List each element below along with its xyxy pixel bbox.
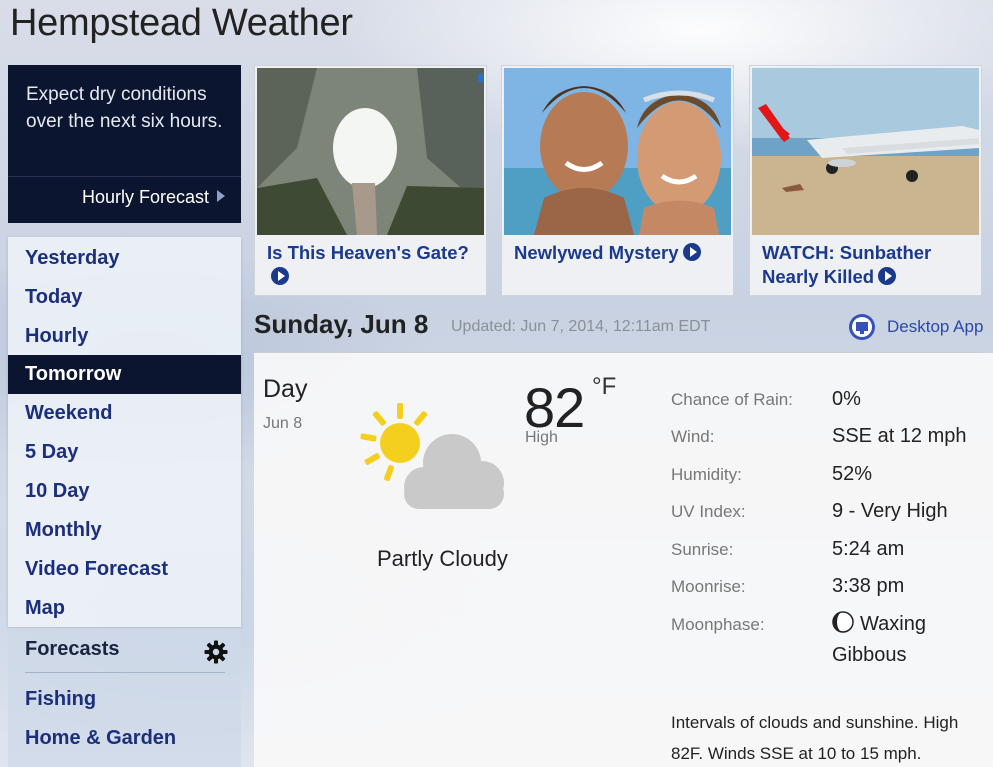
news-tile-newlywed-mystery[interactable]: Newlywed Mystery [501, 65, 734, 296]
forecast-description: Intervals of clouds and sunshine. High 8… [671, 713, 959, 763]
page-title: Hempstead Weather [10, 2, 353, 44]
arrow-right-icon [217, 190, 225, 202]
partly-cloudy-icon [360, 403, 504, 509]
forecasts-heading: Forecasts [25, 638, 120, 660]
moon-phase-icon [832, 611, 854, 633]
stat-value-moonphase-line2: Gibbous [832, 644, 907, 666]
nav-item-5-day[interactable]: 5 Day [8, 433, 241, 472]
forecast-nav: Yesterday Today Hourly Tomorrow Weekend … [8, 237, 241, 627]
stat-value-moonrise: 3:38 pm [832, 575, 905, 597]
news-image-heavens-gate [257, 68, 484, 235]
news-image-sunbather-plane [752, 68, 979, 235]
nav-item-tomorrow[interactable]: Tomorrow [8, 355, 241, 394]
nav-item-map[interactable]: Map [8, 589, 241, 628]
forecasts-panel: Forecasts Fishing Home & Garden [8, 628, 241, 767]
news-tile-sunbather[interactable]: WATCH: Sunbather Nearly Killed [749, 65, 982, 296]
desktop-app-icon [849, 314, 875, 340]
hourly-forecast-link[interactable]: Hourly Forecast [8, 176, 241, 220]
nav-item-video-forecast[interactable]: Video Forecast [8, 550, 241, 589]
stat-label: Wind: [671, 427, 715, 446]
condition-text: Partly Cloudy [377, 546, 508, 571]
news-tile-heavens-gate[interactable]: Is This Heaven's Gate? [254, 65, 487, 296]
news-caption[interactable]: Newlywed Mystery [514, 241, 724, 265]
nav-item-hourly[interactable]: Hourly [8, 317, 241, 356]
stat-label: Chance of Rain: [671, 390, 793, 409]
stat-value-wind: SSE at 12 mph [832, 425, 967, 447]
stat-label: Sunrise: [671, 540, 734, 559]
gear-icon[interactable] [204, 640, 228, 664]
nav-item-weekend[interactable]: Weekend [8, 394, 241, 433]
stat-label: Moonphase: [671, 615, 765, 634]
stat-label: Humidity: [671, 465, 742, 484]
temperature-unit: °F [592, 373, 617, 400]
nav-item-today[interactable]: Today [8, 278, 241, 317]
day-forecast-panel: Day Jun 8 82 °F High Partly Cloudy Chanc… [254, 353, 993, 767]
forecast-link-home-garden[interactable]: Home & Garden [25, 727, 176, 750]
play-icon [682, 243, 701, 261]
news-caption[interactable]: WATCH: Sunbather Nearly Killed [762, 241, 972, 289]
play-icon [878, 267, 897, 285]
stat-label: Moonrise: [671, 577, 746, 596]
stat-value-rain: 0% [832, 388, 861, 410]
day-date: Jun 8 [263, 415, 303, 432]
forecasts-divider [25, 672, 225, 673]
play-icon [271, 267, 289, 285]
stat-value-humidity: 52% [832, 463, 873, 485]
news-caption[interactable]: Is This Heaven's Gate? [267, 241, 477, 289]
nav-item-monthly[interactable]: Monthly [8, 511, 241, 550]
hourly-forecast-label: Hourly Forecast [81, 187, 209, 207]
news-image-newlywed-couple [504, 68, 731, 235]
updated-timestamp: Updated: Jun 7, 2014, 12:11am EDT [451, 318, 711, 335]
nav-item-10-day[interactable]: 10 Day [8, 472, 241, 511]
temperature-label: High [525, 429, 558, 446]
forecast-link-fishing[interactable]: Fishing [25, 688, 96, 711]
day-label: Day [263, 375, 308, 403]
stat-value-sunrise: 5:24 am [832, 538, 905, 560]
desktop-app-label: Desktop App [887, 317, 984, 336]
forecast-date-heading: Sunday, Jun 8 [254, 309, 429, 339]
forecast-main: Sunday, Jun 8 Updated: Jun 7, 2014, 12:1… [254, 305, 993, 767]
forecast-summary-text: Expect dry conditions over the next six … [26, 84, 223, 132]
stat-label: UV Index: [671, 502, 746, 521]
stat-value-uv-index: 9 - Very High [832, 500, 948, 522]
stat-value-moonphase: Waxing [832, 611, 926, 636]
nav-item-yesterday[interactable]: Yesterday [8, 239, 241, 278]
